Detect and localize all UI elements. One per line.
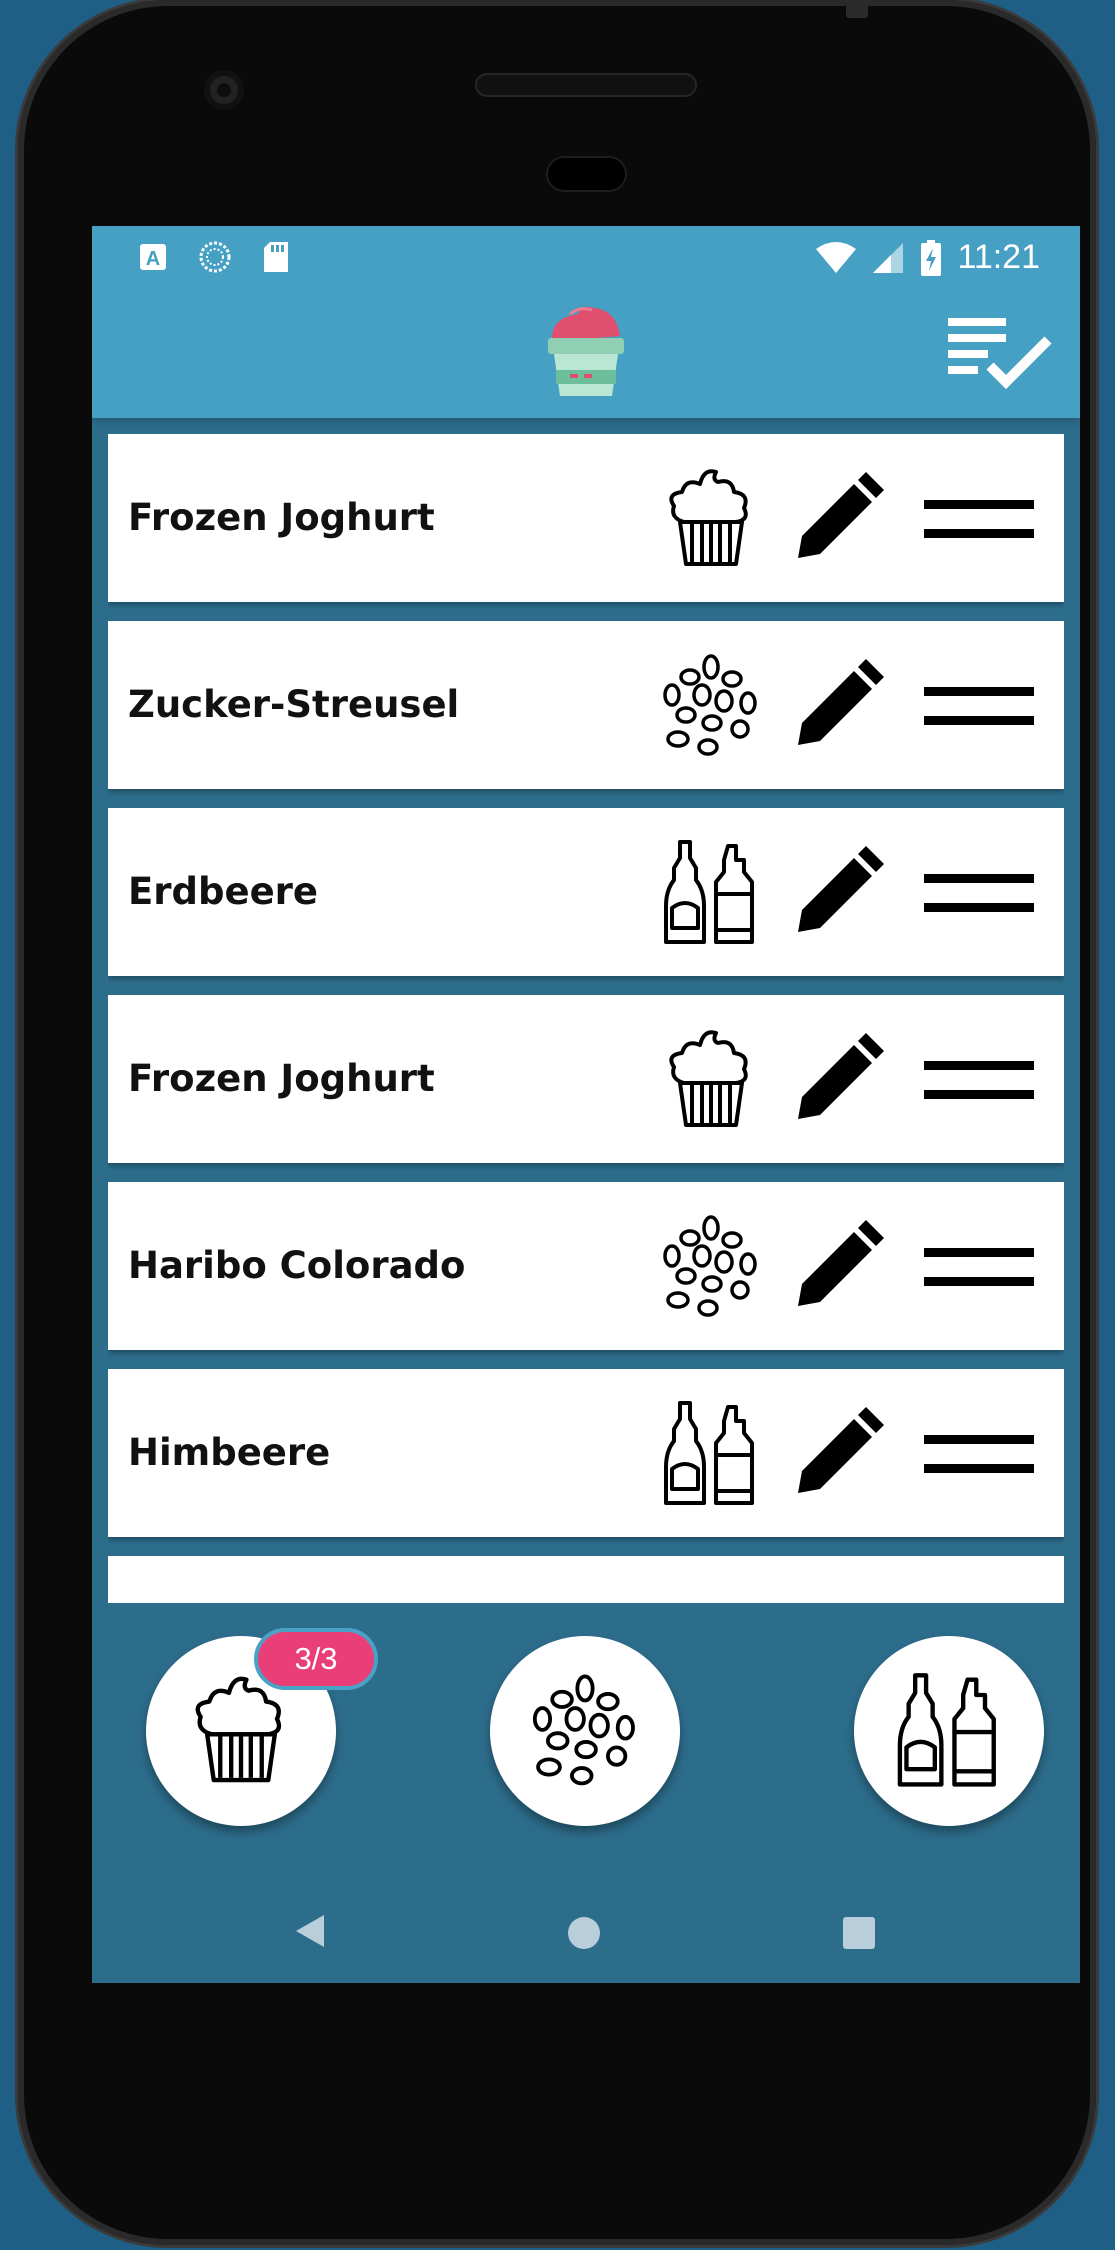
- list-item[interactable]: Zucker-Streusel: [108, 621, 1064, 789]
- status-time: 11:21: [957, 238, 1040, 276]
- list-item[interactable]: Frozen Joghurt: [108, 995, 1064, 1163]
- drag-handle-icon[interactable]: [924, 496, 1034, 542]
- a-app-icon: A: [140, 244, 166, 270]
- loading-icon: [199, 241, 231, 273]
- item-label: Frozen Joghurt: [128, 1057, 435, 1100]
- count-badge: 3/3: [254, 1628, 378, 1690]
- power-button: [846, 0, 868, 18]
- item-label: Zucker-Streusel: [128, 683, 460, 726]
- edit-pencil-icon[interactable]: [792, 472, 884, 564]
- sprinkles-icon: [663, 654, 757, 756]
- status-bar: A 11:21: [92, 226, 1080, 290]
- sprinkles-icon: [532, 1674, 635, 1786]
- proximity-sensor: [548, 158, 625, 190]
- drag-handle-icon[interactable]: [924, 1057, 1034, 1103]
- sprinkles-filter-button[interactable]: [490, 1636, 680, 1826]
- edit-pencil-icon[interactable]: [792, 846, 884, 938]
- sauce-bottles-icon: [664, 840, 754, 944]
- app-screen: A 11:21 Frozen Joghurt Zucker-Streusel E…: [92, 226, 1080, 1983]
- front-camera: [204, 70, 244, 110]
- signal-icon: [873, 242, 904, 273]
- edit-pencil-icon[interactable]: [792, 659, 884, 751]
- drag-handle-icon[interactable]: [924, 870, 1034, 916]
- edit-pencil-icon[interactable]: [792, 1220, 884, 1312]
- svg-text:A: A: [146, 248, 160, 270]
- back-icon[interactable]: [294, 1913, 326, 1949]
- list-item[interactable]: Himbeere: [108, 1369, 1064, 1537]
- drag-handle-icon[interactable]: [924, 683, 1034, 729]
- item-label: Haribo Colorado: [128, 1244, 466, 1287]
- sauce-bottles-icon: [664, 1401, 754, 1505]
- edit-pencil-icon[interactable]: [792, 1033, 884, 1125]
- home-icon[interactable]: [568, 1917, 600, 1949]
- item-label: Frozen Joghurt: [128, 496, 435, 539]
- item-label: Himbeere: [128, 1431, 331, 1474]
- earpiece-speaker: [475, 73, 697, 97]
- sprinkles-icon: [663, 1215, 757, 1317]
- system-nav-bar: [92, 1881, 1080, 1983]
- app-bar: [92, 290, 1080, 418]
- list-item[interactable]: Haribo Colorado: [108, 1182, 1064, 1350]
- edit-pencil-icon[interactable]: [792, 1407, 884, 1499]
- sauce-filter-button[interactable]: [854, 1636, 1044, 1826]
- list-item[interactable]: Frozen Joghurt: [108, 434, 1064, 602]
- phone-frame: A 11:21 Frozen Joghurt Zucker-Streusel E…: [18, 0, 1096, 2245]
- item-label: Erdbeere: [128, 870, 319, 913]
- list-item[interactable]: Erdbeere: [108, 808, 1064, 976]
- wifi-icon: [816, 241, 857, 273]
- drag-handle-icon[interactable]: [924, 1431, 1034, 1477]
- drag-handle-icon[interactable]: [924, 1244, 1034, 1290]
- cupcake-icon: [669, 469, 748, 566]
- sdcard-icon: [264, 242, 288, 272]
- checklist-icon[interactable]: [946, 312, 1056, 392]
- cupcake-icon: [669, 1030, 748, 1127]
- battery-charging-icon: [921, 239, 942, 276]
- frozen-yoghurt-cup-icon: [548, 306, 624, 396]
- sauce-bottles-icon: [897, 1673, 996, 1787]
- recents-icon[interactable]: [843, 1917, 875, 1949]
